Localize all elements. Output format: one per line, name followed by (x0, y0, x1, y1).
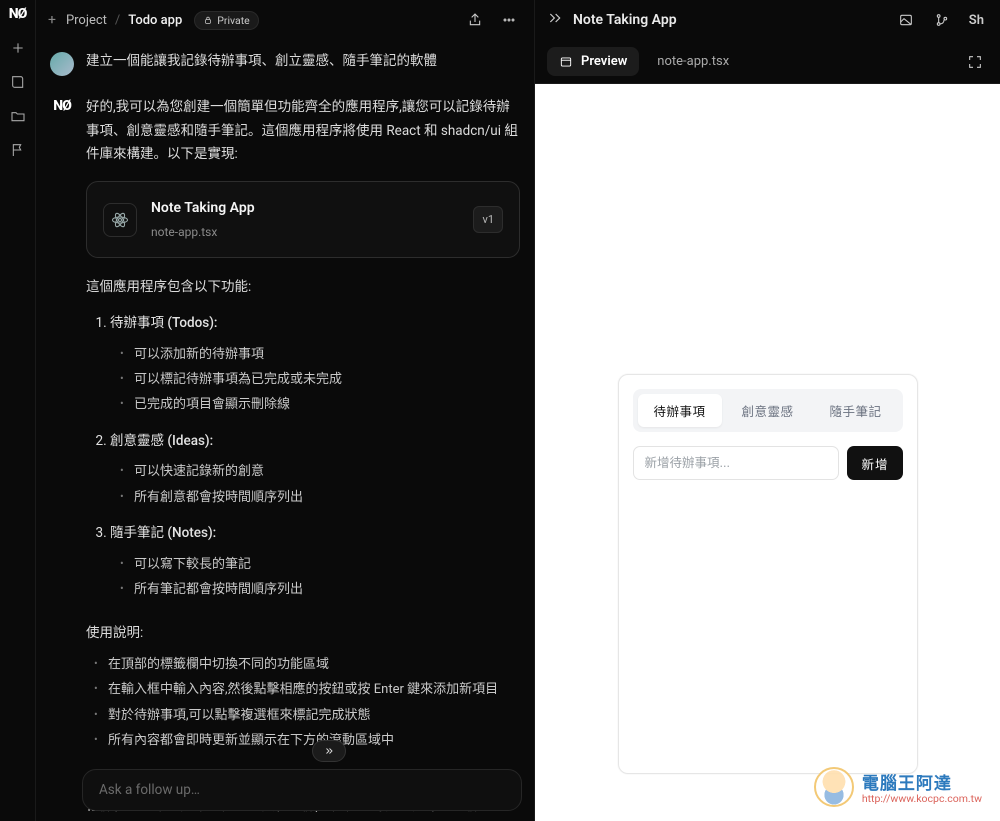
share-button[interactable]: Sh (965, 7, 988, 33)
app-tab-todos[interactable]: 待辦事項 (638, 394, 722, 427)
watermark-url: http://www.kocpc.com.tw (862, 792, 982, 805)
window-icon (559, 55, 573, 69)
feature-item: 創意靈感 (Ideas): 可以快速記錄新的創意 所有創意都會按時間順序列出 (110, 430, 520, 510)
more-icon[interactable] (496, 7, 522, 33)
add-button[interactable]: 新增 (847, 446, 902, 480)
plus-icon[interactable]: + (48, 12, 56, 28)
feature-sub: 所有創意都會按時間順序列出 (120, 485, 520, 510)
app-tab-ideas[interactable]: 創意靈感 (726, 394, 810, 427)
avatar (50, 52, 74, 76)
artifact-card[interactable]: Note Taking App note-app.tsx v1 (86, 181, 520, 259)
watermark-title: 電腦王阿達 (862, 769, 982, 794)
folder-icon[interactable] (10, 108, 26, 124)
features-heading: 這個應用程序包含以下功能: (86, 276, 520, 300)
tab-preview[interactable]: Preview (547, 47, 639, 76)
usage-item: 在輸入框中輸入內容,然後點擊相應的按鈕或按 Enter 鍵來添加新項目 (88, 677, 520, 702)
assistant-intro: 好的,我可以為您創建一個簡單但功能齊全的應用程序,讓您可以記錄待辦事項、創意靈感… (86, 96, 520, 167)
privacy-badge[interactable]: Private (194, 11, 258, 30)
watermark: 電腦王阿達 http://www.kocpc.com.tw (814, 767, 982, 807)
version-chip: v1 (473, 206, 503, 233)
feature-item: 隨手筆記 (Notes): 可以寫下較長的筆記 所有筆記都會按時間順序列出 (110, 522, 520, 602)
chevron-right-icon[interactable] (547, 10, 563, 30)
preview-surface: 待辦事項 創意靈感 隨手筆記 新增 電腦王阿達 http://www.kocpc… (535, 84, 1000, 821)
app-tab-notes[interactable]: 隨手筆記 (814, 394, 898, 427)
chat-topbar: + Project / Todo app Private (36, 0, 534, 40)
assistant-message-row: NØ 好的,我可以為您創建一個簡單但功能齊全的應用程序,讓您可以記錄待辦事項、創… (46, 86, 524, 821)
chat-scroll[interactable]: 建立一個能讓我記錄待辦事項、創立靈感、隨手筆記的軟體 NØ 好的,我可以為您創建… (36, 40, 534, 821)
tab-file[interactable]: note-app.tsx (645, 47, 741, 76)
lock-icon (203, 15, 213, 25)
book-icon[interactable] (10, 74, 26, 90)
feature-sub: 已完成的項目會顯示刪除線 (120, 392, 520, 417)
chat-panel: + Project / Todo app Private 建立一個能讓我記錄待辦… (36, 0, 534, 821)
react-icon (103, 203, 137, 237)
feature-sub: 可以寫下較長的筆記 (120, 552, 520, 577)
usage-item: 所有內容都會即時更新並顯示在下方的滾動區域中 (88, 728, 520, 753)
image-icon[interactable] (893, 7, 919, 33)
branch-icon[interactable] (929, 7, 955, 33)
app-tabs: 待辦事項 創意靈感 隨手筆記 (633, 389, 903, 432)
usage-list: 在頂部的標籤欄中切換不同的功能區域 在輸入框中輸入內容,然後點擊相應的按鈕或按 … (86, 652, 520, 753)
followup-input[interactable]: Ask a follow up… (82, 769, 522, 811)
logo[interactable]: NØ (9, 6, 27, 22)
preview-panel: Note Taking App Sh Preview note-app.tsx … (534, 0, 1000, 821)
plus-icon[interactable] (10, 40, 26, 56)
features-list: 待辦事項 (Todos): 可以添加新的待辦事項 可以標記待辦事項為已完成或未完… (96, 312, 520, 602)
assistant-message: 好的,我可以為您創建一個簡單但功能齊全的應用程序,讓您可以記錄待辦事項、創意靈感… (86, 96, 520, 821)
new-todo-input[interactable] (633, 446, 840, 480)
feature-item: 待辦事項 (Todos): 可以添加新的待辦事項 可以標記待辦事項為已完成或未完… (110, 312, 520, 418)
assistant-logo: NØ (50, 98, 74, 821)
preview-tabs: Preview note-app.tsx (535, 40, 1000, 84)
expand-icon[interactable] (962, 49, 988, 75)
page-title: Todo app (128, 13, 182, 28)
watermark-logo (814, 767, 854, 807)
feature-sub: 可以添加新的待辦事項 (120, 342, 520, 367)
privacy-label: Private (217, 14, 249, 27)
breadcrumb-sep: / (115, 13, 120, 28)
feature-sub: 可以標記待辦事項為已完成或未完成 (120, 367, 520, 392)
feature-sub: 可以快速記錄新的創意 (120, 459, 520, 484)
flag-icon[interactable] (10, 142, 26, 158)
usage-heading: 使用說明: (86, 622, 520, 646)
artifact-file: note-app.tsx (151, 222, 459, 243)
artifact-title: Note Taking App (151, 196, 459, 221)
preview-topbar: Note Taking App Sh (535, 0, 1000, 40)
feature-sub: 所有筆記都會按時間順序列出 (120, 577, 520, 602)
share-icon[interactable] (462, 7, 488, 33)
left-rail: NØ (0, 0, 36, 821)
user-message-row: 建立一個能讓我記錄待辦事項、創立靈感、隨手筆記的軟體 (46, 40, 524, 86)
breadcrumb-project[interactable]: Project (66, 13, 107, 28)
usage-item: 對於待辦事項,可以點擊複選框來標記完成狀態 (88, 703, 520, 728)
app-card: 待辦事項 創意靈感 隨手筆記 新增 (618, 374, 918, 774)
usage-item: 在頂部的標籤欄中切換不同的功能區域 (88, 652, 520, 677)
preview-title: Note Taking App (573, 12, 677, 28)
resume-pill[interactable] (312, 740, 346, 762)
user-message: 建立一個能讓我記錄待辦事項、創立靈感、隨手筆記的軟體 (86, 50, 520, 76)
